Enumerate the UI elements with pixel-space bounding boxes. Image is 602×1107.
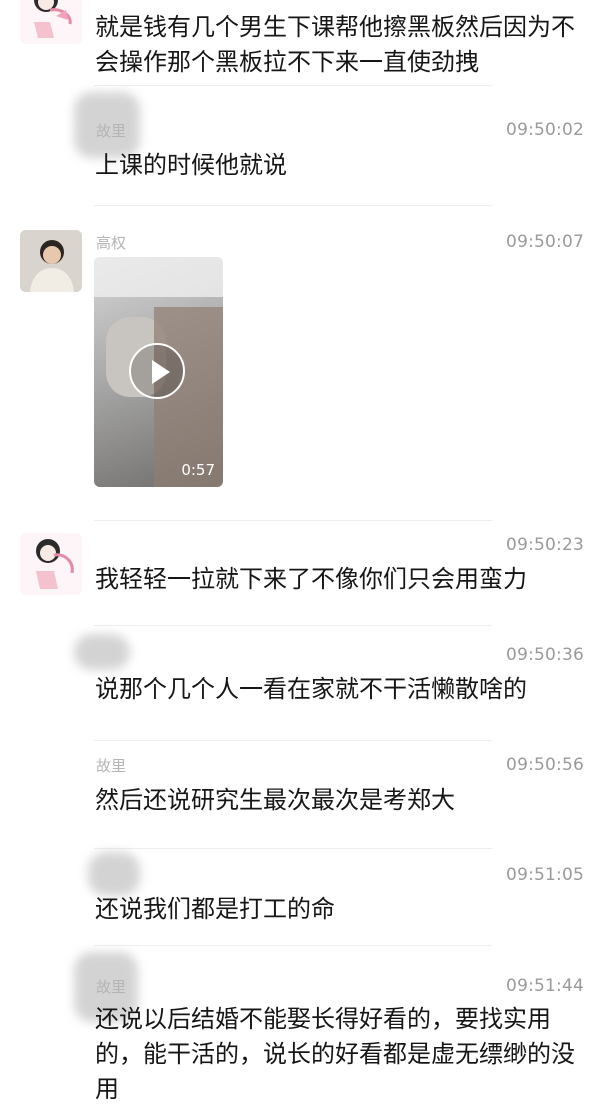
blurred-avatar [88,852,140,896]
divider [94,740,492,741]
sender-name: 故里 [96,978,127,996]
avatar-photo[interactable] [20,230,82,292]
message-7: 09:51:05 还说我们都是打工的命 [0,850,602,950]
divider [94,205,492,206]
timestamp: 09:50:23 [506,535,584,555]
message-text: 还说我们都是打工的命 [95,895,335,923]
message-text: 还说以后结婚不能娶长得好看的，要找实用的，能干活的，说长的好看都是虚无缥缈的没用 [95,1005,575,1103]
play-icon[interactable] [129,343,185,399]
avatar-cartoon[interactable] [20,533,82,595]
timestamp: 09:50:02 [506,120,584,140]
person-icon [20,230,82,292]
divider [94,945,492,946]
timestamp: 09:50:56 [506,755,584,775]
divider [94,625,492,626]
sender-name: 故里 [96,122,127,140]
message-4: 09:50:23 我轻轻一拉就下来了不像你们只会用蛮力 [0,525,602,625]
sender-name: 故里 [96,757,127,775]
timestamp: 09:51:05 [506,865,584,885]
timestamp: 09:50:36 [506,645,584,665]
message-text: 我轻轻一拉就下来了不像你们只会用蛮力 [95,565,527,593]
avatar-cartoon[interactable] [20,0,82,44]
message-8: 故里 09:51:44 还说以后结婚不能娶长得好看的，要找实用的，能干活的，说长… [0,950,602,1103]
sender-name: 高权 [96,234,127,252]
message-text: 说那个几个人一看在家就不干活懒散啥的 [95,675,527,703]
message-1: 就是钱有几个男生下课帮他擦黑板然后因为不会操作那个黑板拉不下来一直使劲拽 [0,0,602,80]
video-scene-wall [94,257,223,297]
cartoon-girl-icon [36,539,74,589]
divider [94,848,492,849]
message-2: 故里 09:50:02 上课的时候他就说 [0,90,602,200]
message-text: 就是钱有几个男生下课帮他擦黑板然后因为不会操作那个黑板拉不下来一直使劲拽 [95,13,575,76]
divider [94,520,492,521]
message-6: 故里 09:50:56 然后还说研究生最次最次是考郑大 [0,745,602,845]
timestamp: 09:50:07 [506,232,584,252]
divider [94,85,492,86]
message-text: 然后还说研究生最次最次是考郑大 [95,786,455,814]
message-5: 09:50:36 说那个几个人一看在家就不干活懒散啥的 [0,630,602,740]
timestamp: 09:51:44 [506,976,584,996]
blurred-avatar [74,634,130,670]
cartoon-girl-icon [34,0,72,38]
message-text: 上课的时候他就说 [95,151,287,179]
video-message[interactable]: 0:57 [94,257,223,487]
message-3: 高权 09:50:07 [0,210,602,510]
video-duration: 0:57 [181,461,215,479]
